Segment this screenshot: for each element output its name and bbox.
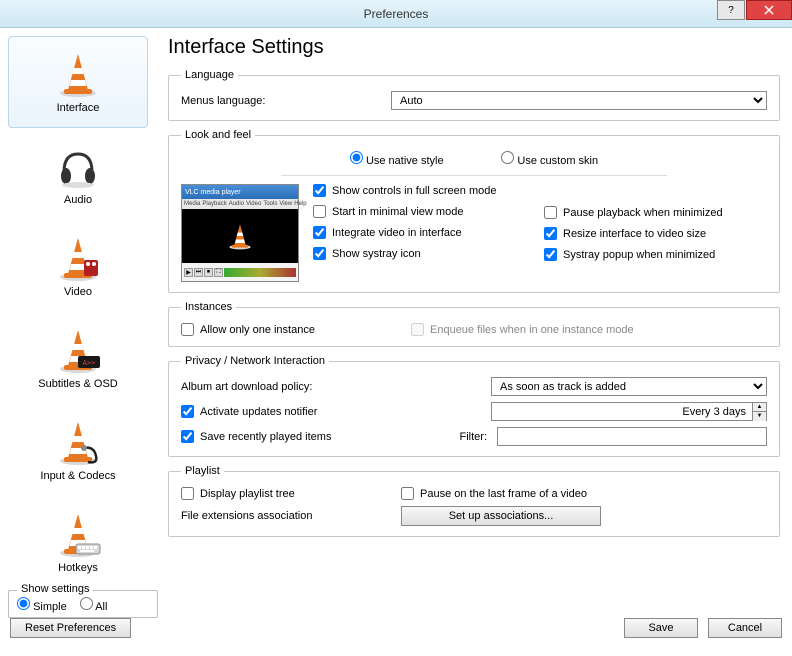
filter-input[interactable] — [497, 427, 767, 446]
sidebar: Interface Audio Video — [8, 36, 158, 608]
save-button[interactable]: Save — [624, 618, 698, 638]
cone-icon — [54, 50, 102, 98]
page-title: Interface Settings — [168, 36, 780, 59]
preview-video — [182, 209, 298, 263]
playlist-legend: Playlist — [181, 465, 224, 477]
lookfeel-group: Look and feel Use native style Use custo… — [168, 129, 780, 293]
skin-preview: VLC media player MediaPlaybackAudioVideo… — [181, 184, 299, 282]
instances-legend: Instances — [181, 301, 236, 313]
allow-one-instance-checkbox[interactable]: Allow only one instance — [181, 323, 401, 336]
preview-controls: ▶⏭⏹⛶ — [182, 263, 298, 281]
sidebar-item-video[interactable]: Video — [8, 220, 148, 312]
enqueue-files-checkbox: Enqueue files when in one instance mode — [411, 323, 634, 336]
show-controls-checkbox[interactable]: Show controls in full screen mode — [313, 184, 536, 197]
language-legend: Language — [181, 69, 238, 81]
svg-text:A>>: A>> — [83, 359, 96, 367]
privacy-legend: Privacy / Network Interaction — [181, 355, 329, 367]
show-systray-checkbox[interactable]: Show systray icon — [313, 247, 536, 260]
sidebar-item-subtitles[interactable]: A>> Subtitles & OSD — [8, 312, 148, 404]
systray-popup-checkbox[interactable]: Systray popup when minimized — [544, 248, 767, 261]
update-interval-spinner[interactable]: Every 3 days ▲▼ — [491, 402, 767, 421]
start-minimal-checkbox[interactable]: Start in minimal view mode — [313, 205, 536, 218]
filter-label: Filter: — [457, 431, 487, 443]
resize-interface-checkbox[interactable]: Resize interface to video size — [544, 227, 767, 240]
integrate-video-checkbox[interactable]: Integrate video in interface — [313, 226, 536, 239]
activate-updates-checkbox[interactable]: Activate updates notifier — [181, 405, 481, 418]
sidebar-item-label: Audio — [64, 194, 92, 206]
main-panel: Interface Settings Language Menus langua… — [164, 36, 784, 608]
window-title: Preferences — [0, 7, 792, 21]
sidebar-item-interface[interactable]: Interface — [8, 36, 148, 128]
spin-down-icon[interactable]: ▼ — [753, 412, 766, 421]
cone-cable-icon — [54, 418, 102, 466]
sidebar-item-label: Interface — [57, 102, 100, 114]
native-style-radio[interactable]: Use native style — [350, 151, 444, 167]
sidebar-item-label: Subtitles & OSD — [38, 378, 117, 390]
sidebar-item-label: Input & Codecs — [40, 470, 115, 482]
file-ext-label: File extensions association — [181, 510, 391, 522]
menus-language-label: Menus language: — [181, 95, 381, 107]
reset-preferences-button[interactable]: Reset Preferences — [10, 618, 131, 638]
custom-skin-radio[interactable]: Use custom skin — [501, 151, 598, 167]
save-recent-checkbox[interactable]: Save recently played items — [181, 430, 447, 443]
cone-subtitle-icon: A>> — [54, 326, 102, 374]
cone-film-icon — [54, 234, 102, 282]
titlebar: Preferences ? — [0, 0, 792, 28]
headphones-icon — [54, 142, 102, 190]
preview-menu: MediaPlaybackAudioVideoToolsViewHelp — [182, 199, 298, 209]
language-group: Language Menus language: Auto — [168, 69, 780, 121]
sidebar-item-input-codecs[interactable]: Input & Codecs — [8, 404, 148, 496]
help-button[interactable]: ? — [717, 0, 745, 20]
pause-last-frame-checkbox[interactable]: Pause on the last frame of a video — [401, 487, 587, 500]
instances-group: Instances Allow only one instance Enqueu… — [168, 301, 780, 347]
cancel-button[interactable]: Cancel — [708, 618, 782, 638]
sidebar-item-label: Hotkeys — [58, 562, 98, 574]
privacy-group: Privacy / Network Interaction Album art … — [168, 355, 780, 457]
lookfeel-legend: Look and feel — [181, 129, 255, 141]
show-settings-all[interactable]: All — [80, 601, 108, 613]
close-button[interactable] — [746, 0, 792, 20]
menus-language-select[interactable]: Auto — [391, 91, 767, 110]
playlist-group: Playlist Display playlist tree Pause on … — [168, 465, 780, 537]
cone-keyboard-icon — [54, 510, 102, 558]
sidebar-item-audio[interactable]: Audio — [8, 128, 148, 220]
spin-up-icon[interactable]: ▲ — [753, 403, 766, 412]
show-settings-legend: Show settings — [17, 583, 93, 595]
album-art-select[interactable]: As soon as track is added — [491, 377, 767, 396]
setup-associations-button[interactable]: Set up associations... — [401, 506, 601, 526]
pause-minimized-checkbox[interactable]: Pause playback when minimized — [544, 206, 767, 219]
sidebar-item-label: Video — [64, 286, 92, 298]
display-tree-checkbox[interactable]: Display playlist tree — [181, 487, 391, 500]
album-art-label: Album art download policy: — [181, 381, 481, 393]
show-settings-simple[interactable]: Simple — [17, 601, 67, 613]
footer: Reset Preferences Save Cancel — [0, 616, 792, 638]
show-settings-group: Show settings Simple All — [8, 590, 158, 618]
sidebar-item-hotkeys[interactable]: Hotkeys — [8, 496, 148, 588]
preview-titlebar: VLC media player — [182, 185, 298, 199]
